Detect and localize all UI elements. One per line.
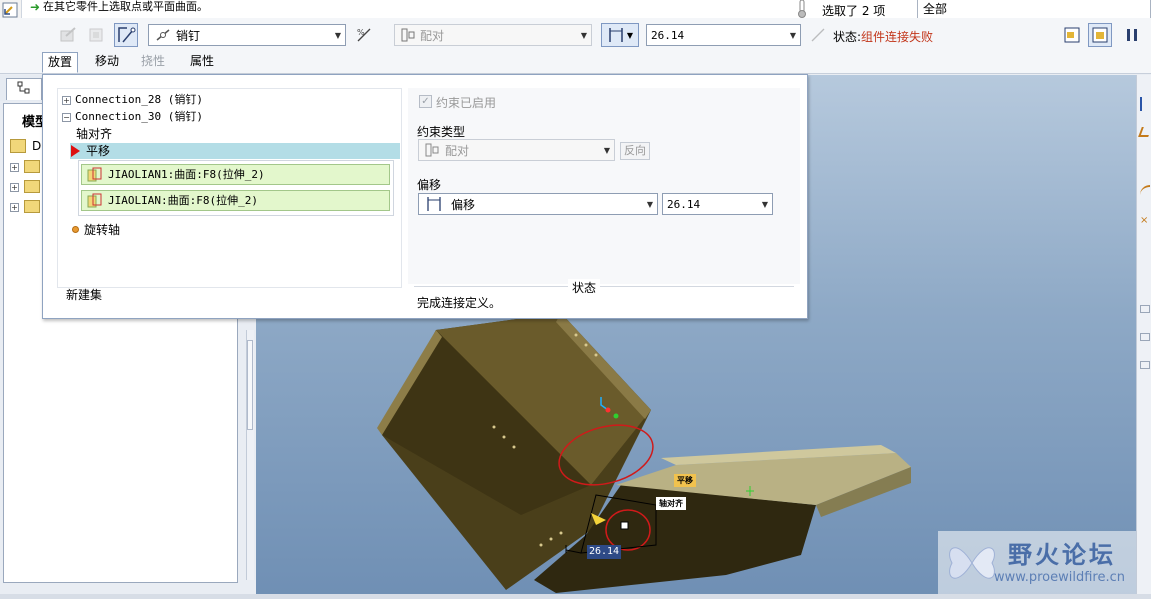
- tab-move[interactable]: 移动: [87, 52, 127, 72]
- offset-type-select[interactable]: 偏移 ▼: [418, 193, 658, 215]
- datum-axis-icon[interactable]: [1140, 97, 1150, 111]
- axis-align-label: 轴对齐: [656, 497, 686, 510]
- status-heading: 状态: [568, 279, 601, 296]
- panel-offset-value: 26.14: [667, 197, 701, 211]
- svg-text:%: %: [357, 28, 365, 37]
- view-icon[interactable]: [1140, 305, 1150, 313]
- status-message: 完成连接定义。: [417, 296, 502, 310]
- constraint-enabled-label: 约束已启用: [436, 96, 497, 110]
- status-value: 组件连接失败: [861, 30, 934, 44]
- thermometer-icon: [796, 0, 808, 18]
- expand-icon[interactable]: +: [10, 163, 19, 172]
- constraint-type-select: 配对 ▼: [394, 24, 592, 46]
- prompt-message: 在其它零件上选取点或平面曲面。: [43, 0, 208, 13]
- mate-icon: [401, 28, 415, 42]
- chevron-down-icon: ▼: [761, 199, 769, 209]
- constraint-type-value: 配对: [420, 28, 445, 43]
- offset-type-icon: [425, 196, 443, 212]
- tab-flexibility: 挠性: [140, 54, 165, 68]
- datum-plane-icon[interactable]: [1138, 127, 1151, 137]
- part-icon: [24, 200, 40, 213]
- expand-icon[interactable]: +: [10, 203, 19, 212]
- constraint-type-label: 约束类型: [417, 125, 466, 139]
- reference-item[interactable]: JIAOLIAN:曲面:F8(拉伸_2): [81, 190, 390, 211]
- status-strip: [0, 594, 1151, 599]
- separate-window-icon[interactable]: [1060, 23, 1084, 47]
- offset-mode-button[interactable]: ▼: [601, 23, 639, 47]
- panel-constraint-type-select: 配对 ▼: [418, 139, 615, 161]
- panel-constraint-type-value: 配对: [445, 143, 470, 158]
- pin-icon: [155, 28, 171, 42]
- constraint-set-icon: [84, 23, 108, 47]
- tab-properties[interactable]: 属性: [180, 52, 224, 72]
- offset-type-value: 偏移: [451, 197, 476, 212]
- view-icon[interactable]: [1140, 333, 1150, 341]
- connection-item[interactable]: − Connection_30 (销钉): [62, 109, 203, 125]
- translate-label: 平移: [674, 474, 696, 487]
- chevron-down-icon: ▼: [603, 145, 611, 155]
- watermark-title: 野火论坛: [1008, 541, 1116, 569]
- selection-filter-select[interactable]: 全部: [917, 0, 1151, 19]
- connection-label: Connection_28 (销钉): [75, 93, 203, 106]
- confirm-icon[interactable]: [1142, 23, 1151, 47]
- assembly-window-icon[interactable]: [1088, 23, 1112, 47]
- mechanism-connection-icon[interactable]: [114, 23, 138, 47]
- connection-label: Connection_30 (销钉): [75, 110, 203, 123]
- part-icon: [24, 180, 40, 193]
- connection-status: 状态:组件连接失败: [833, 28, 933, 45]
- connection-type-value: 销钉: [176, 28, 201, 43]
- connection-type-select[interactable]: 销钉 ▼: [148, 24, 346, 46]
- selection-count: 选取了 2 项: [822, 4, 886, 18]
- tree-view-icon: [17, 81, 31, 98]
- rotation-axis-dot-icon: [72, 226, 79, 233]
- mate-icon: [425, 143, 439, 157]
- constraint-axis-align[interactable]: 轴对齐: [76, 126, 112, 142]
- pause-icon[interactable]: [1120, 23, 1144, 47]
- panel-offset-input[interactable]: 26.14 ▼: [662, 193, 773, 215]
- status-label: 状态:: [833, 30, 862, 44]
- chevron-down-icon: ▼: [789, 30, 797, 40]
- chevron-down-icon: ▼: [626, 30, 634, 40]
- tab-placement[interactable]: 放置: [42, 52, 78, 73]
- flip-constraint-icon[interactable]: %: [352, 23, 376, 47]
- constraint-translate[interactable]: 平移: [70, 143, 400, 159]
- constraint-rotation-axis[interactable]: 旋转轴: [84, 222, 120, 238]
- chevron-down-icon: ▼: [646, 199, 654, 209]
- part-icon: [24, 160, 40, 173]
- collapse-icon[interactable]: −: [62, 112, 71, 122]
- watermark-url: www.proewildfire.cn: [994, 570, 1125, 585]
- reference-label: JIAOLIAN1:曲面:F8(拉伸_2): [108, 168, 265, 181]
- new-set-link[interactable]: 新建集: [66, 286, 102, 303]
- splitter-grip[interactable]: [247, 340, 253, 430]
- surface-ref-icon: [87, 193, 103, 209]
- expand-icon[interactable]: +: [10, 183, 19, 192]
- constraint-enabled-checkbox: ✓: [419, 95, 432, 108]
- expand-icon[interactable]: +: [62, 95, 71, 105]
- flip-offset-icon: [806, 23, 830, 47]
- datum-point-icon[interactable]: ×: [1140, 215, 1148, 226]
- offset-dimension-tag[interactable]: 26.14: [587, 545, 621, 559]
- offset-value-input[interactable]: 26.14 ▼: [646, 24, 801, 46]
- butterfly-logo-icon: [949, 547, 995, 579]
- constraint-properties: [408, 88, 800, 284]
- tree-root-label[interactable]: D: [32, 139, 41, 153]
- reference-item[interactable]: JIAOLIAN1:曲面:F8(拉伸_2): [81, 164, 390, 185]
- right-toolbar: ×: [1136, 75, 1151, 599]
- offset-value: 26.14: [651, 28, 685, 42]
- chevron-down-icon: ▼: [334, 30, 342, 40]
- user-defined-set-icon: [56, 23, 80, 47]
- active-arrow-icon: [71, 145, 80, 157]
- model-tree-tab[interactable]: [6, 78, 42, 100]
- view-icon[interactable]: [1140, 361, 1150, 369]
- flip-button: 反向: [620, 142, 650, 160]
- reference-label: JIAOLIAN:曲面:F8(拉伸_2): [108, 194, 258, 207]
- connection-item[interactable]: + Connection_28 (销钉): [62, 92, 203, 108]
- message-arrow-icon: ➜: [30, 0, 41, 14]
- chevron-down-icon: ▼: [580, 30, 588, 40]
- offset-label: 偏移: [417, 178, 442, 192]
- status-divider: [414, 286, 794, 287]
- assembly-icon: [10, 139, 26, 153]
- surface-ref-icon: [87, 167, 103, 183]
- sketch-curve-icon[interactable]: [1140, 185, 1150, 195]
